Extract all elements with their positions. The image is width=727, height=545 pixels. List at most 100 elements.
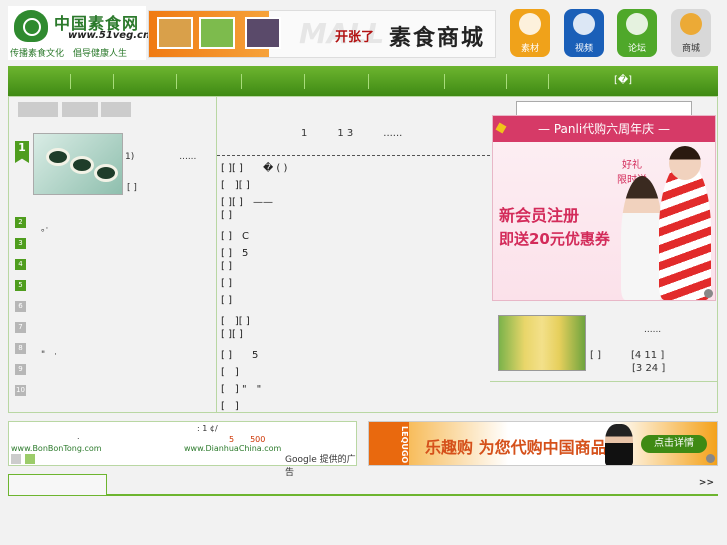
ad-banner-title: — Panli代购六周年庆 — [493,116,715,142]
logo-slogan: 传播素食文化 倡导健康人生 [10,49,128,59]
corn-link[interactable]: [ ] [4 11 ] [590,346,664,361]
corn-image[interactable] [498,315,586,371]
food-thumb-2 [199,17,235,49]
forum-icon [626,13,648,35]
nav-divider [368,74,369,89]
lequgo-logo: LEQUGO [369,422,409,465]
mall-banner[interactable]: MALL 开张了 素食商城 [148,10,496,58]
nav-icon-label: 视频 [574,44,593,54]
featured-title[interactable]: 1) ...... [125,149,196,162]
news-item[interactable]: [ ][ ] —— [221,193,273,208]
section-header-bar: >> [8,474,718,496]
rank-number: 8 [15,343,26,354]
more-link[interactable]: >> [699,478,714,488]
rank-number: 10 [15,385,26,396]
rank-item-text[interactable]: " · [41,347,57,360]
ad-person-2 [659,160,711,300]
nav-divider [444,74,445,89]
nav-right-link[interactable]: [�] [614,75,632,86]
rank-number: 5 [15,280,26,291]
rank-number: 2 [15,217,26,228]
rank-number: 9 [15,364,26,375]
news-item[interactable]: [ ] [221,363,239,378]
news-item[interactable]: [ ] 5 [221,244,248,259]
lequgo-detail-button[interactable]: 点击详情 [641,435,707,453]
nav-divider [113,74,114,89]
nav-divider [548,74,549,89]
news-item[interactable]: [ ] 5 [221,346,258,361]
text-ad-strip[interactable]: : 1 ¢/ . 5 500 www.BonBonTong.com www.Di… [8,421,357,478]
news-item[interactable]: [ ][ ] � ( ) [221,159,287,174]
food-thumb-1 [157,17,193,49]
nav-icon-label: 素材 [520,44,539,54]
news-item[interactable]: [ ][ ] [221,312,250,327]
dashed-divider [217,155,490,156]
nav-icon-forum[interactable]: 论坛 [617,9,657,57]
featured-link[interactable]: [ ] [127,183,137,193]
nav-icon-label: 论坛 [627,44,646,54]
nav-divider [70,74,71,89]
ranking-tab-2[interactable] [62,102,98,117]
news-panel: 1 1 3 ...... [ ][ ] � ( ) [ ][ ] [ ][ ] … [217,96,490,413]
news-item[interactable]: [ ] C [221,227,249,242]
divider [490,381,718,382]
ranking-tab-3[interactable] [101,102,131,117]
banner-food-strip [149,11,281,57]
news-item[interactable]: [ ] [221,210,232,221]
banner-open-text: 开张了 [335,30,375,45]
ad-register-text: 新会员注册 [499,206,580,225]
ad2-link-1[interactable]: www.BonBonTong.com [11,444,102,453]
ad-person-2-head [669,146,701,180]
nav-icon-label: 商城 [681,44,700,54]
ad2-link-2[interactable]: www.DianhuaChina.com [184,444,281,453]
news-headline[interactable]: 1 1 3 ...... [301,124,402,139]
ad-coupon-text: 即送20元优惠券 [499,230,610,248]
ad2-next-icon[interactable] [25,454,35,464]
ad-info-icon[interactable] [704,289,713,298]
food-thumb-3 [245,17,281,49]
ad-info-icon[interactable] [706,454,715,463]
ad2-prev-icon[interactable] [11,454,21,464]
rank-item-text[interactable]: 。· [41,221,48,234]
folder-icon [519,13,541,35]
news-item[interactable]: [ ] [221,295,232,306]
nav-divider [176,74,177,89]
leaf-logo-icon [14,10,48,42]
nav-icon-shop[interactable]: 商城 [671,9,711,57]
ranking-tab-1[interactable] [18,102,58,117]
news-item[interactable]: [ ] [221,397,239,412]
banner-store-text: 素食商城 [389,25,486,51]
ad2-rate: : 1 ¢/ [197,424,218,433]
ranking-panel: 1 1) ...... [ ] 2 。· 3 4 5 6 7 8 " · 9 1… [8,96,217,413]
panli-ad[interactable]: — Panli代购六周年庆 — 好礼 限时送 新会员注册 即送20元优惠券 [492,115,716,301]
rank-number: 3 [15,238,26,249]
corn-title[interactable]: ...... [644,325,661,335]
nav-icon-material[interactable]: 素材 [510,9,550,57]
news-item[interactable]: [ ][ ] [221,329,243,340]
ad-gift-line1: 好礼 [622,160,642,171]
promo-panel: — Panli代购六周年庆 — 好礼 限时送 新会员注册 即送20元优惠券 ..… [490,96,718,413]
rank-number: 4 [15,259,26,270]
news-item[interactable]: [ ] " " [221,380,261,395]
corn-date: [3 24 ] [632,363,666,374]
lequgo-title: 乐趣购 为您代购中国商品 [425,438,607,457]
nav-divider [506,74,507,89]
news-item[interactable]: [ ] [221,261,232,272]
shop-icon [680,13,702,35]
ad-model-figure [605,424,633,465]
video-icon [573,13,595,35]
news-item[interactable]: [ ][ ] [221,176,250,191]
logo-url: www.51veg.cn [68,30,151,41]
nav-icon-video[interactable]: 视频 [564,9,604,57]
rank-badge-1: 1 [15,141,29,163]
ad2-dot: . [77,432,80,441]
nav-divider [304,74,305,89]
rank-number: 6 [15,301,26,312]
site-logo[interactable]: 中国素食网 www.51veg.cn 传播素食文化 倡导健康人生 [8,6,150,60]
featured-image[interactable] [33,133,123,195]
sushi-roll [46,148,70,166]
lequgo-ad[interactable]: LEQUGO 乐趣购 为您代购中国商品 点击详情 [368,421,718,466]
news-item[interactable]: [ ] [221,278,232,289]
sushi-roll [70,156,94,174]
section-tab[interactable] [8,474,107,495]
